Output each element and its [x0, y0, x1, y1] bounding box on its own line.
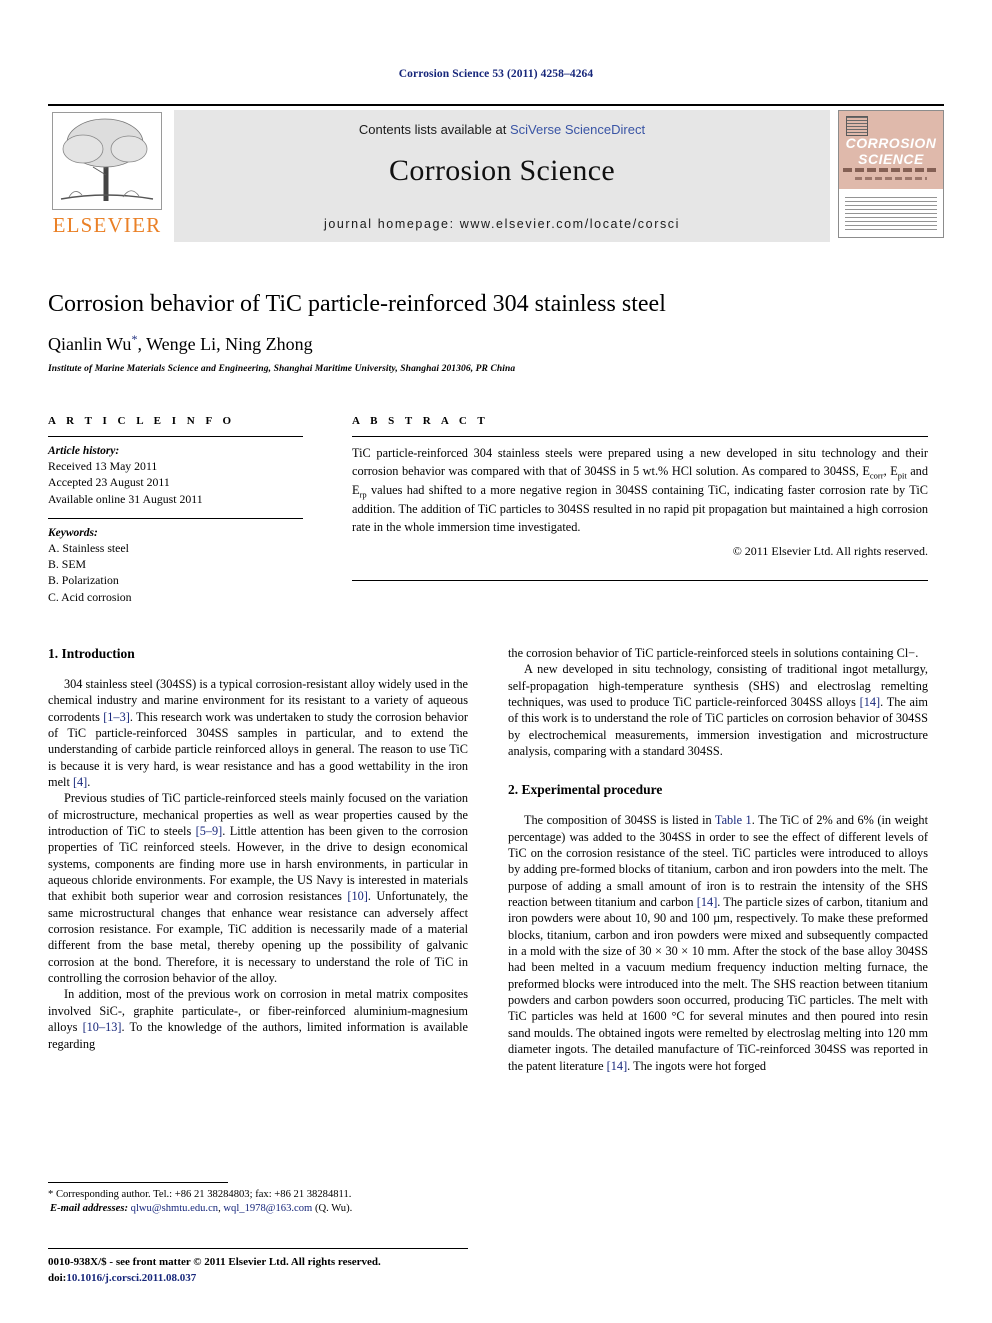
- email-link-2[interactable]: wql_1978@163.com: [223, 1203, 312, 1214]
- abstract-part-2: , E: [883, 463, 898, 478]
- article-info-rule: [48, 436, 303, 437]
- keyword-item: B. Polarization: [48, 573, 119, 588]
- author-primary: Qianlin Wu: [48, 334, 132, 354]
- journal-banner: Contents lists available at SciVerse Sci…: [174, 110, 830, 242]
- keywords-rule: [48, 517, 303, 519]
- article-info-heading: A R T I C L E I N F O: [48, 415, 236, 427]
- abstract-part-4: values had shifted to a more negative re…: [352, 482, 928, 534]
- abstract-sub-rp: rp: [359, 489, 367, 500]
- email-suffix: (Q. Wu).: [312, 1203, 353, 1215]
- abstract-block: A B S T R A C T TiC particle-reinforced …: [352, 415, 928, 559]
- doi-link[interactable]: 10.1016/j.corsci.2011.08.037: [66, 1272, 196, 1284]
- abstract-sub-corr: corr: [869, 470, 884, 481]
- cover-title-line1: CORROSION: [845, 135, 937, 151]
- contents-lists-line: Contents lists available at SciVerse Sci…: [174, 122, 830, 137]
- abstract-rule: [352, 436, 928, 437]
- journal-masthead: ELSEVIER Contents lists available at Sci…: [48, 104, 944, 242]
- corresponding-author-note: * Corresponding author. Tel.: +86 21 382…: [48, 1188, 468, 1202]
- doi-label: doi:: [48, 1271, 67, 1284]
- abstract-bottom-rule: [352, 580, 928, 581]
- journal-cover-thumbnail[interactable]: CORROSION SCIENCE: [838, 110, 944, 238]
- citation-ref[interactable]: [5–9]: [196, 824, 223, 838]
- paragraph: A new developed in situ technology, cons…: [508, 661, 928, 759]
- cover-contents-lines: [845, 197, 937, 231]
- cover-society-logo-icon: [846, 116, 868, 136]
- abstract-heading: A B S T R A C T: [352, 415, 489, 427]
- issn-rule: [48, 1248, 468, 1249]
- cover-subtitle-rule: [843, 168, 939, 172]
- article-history-accepted: Accepted 23 August 2011: [48, 475, 170, 490]
- section-heading-introduction: 1. Introduction: [48, 646, 135, 661]
- article-history-online: Available online 31 August 2011: [48, 491, 203, 506]
- table-ref[interactable]: Table 1: [715, 813, 752, 827]
- keyword-item: C. Acid corrosion: [48, 589, 132, 604]
- citation-ref[interactable]: [4]: [73, 775, 87, 789]
- article-info-block: A R T I C L E I N F O Article history: R…: [48, 415, 303, 605]
- elsevier-logo: ELSEVIER: [48, 110, 166, 238]
- paragraph-continued: the corrosion behavior of TiC particle-r…: [508, 645, 928, 661]
- paragraph: Previous studies of TiC particle-reinfor…: [48, 790, 468, 986]
- doi-line: doi:10.1016/j.corsci.2011.08.037: [48, 1271, 488, 1287]
- intro-p2-c: . Unfortunately, the same microstructura…: [48, 889, 469, 986]
- citation-ref[interactable]: [10–13]: [83, 1020, 122, 1034]
- keywords-label: Keywords:: [48, 526, 98, 539]
- issn-block: 0010-938X/$ - see front matter © 2011 El…: [48, 1255, 488, 1286]
- abstract-part-1: TiC particle-reinforced 304 stainless st…: [352, 446, 928, 478]
- email-link-1[interactable]: qlwu@shmtu.edu.cn: [131, 1203, 218, 1214]
- citation-ref[interactable]: [14]: [860, 695, 881, 709]
- section-heading-experimental: 2. Experimental procedure: [508, 782, 663, 798]
- keyword-item: B. SEM: [48, 557, 87, 572]
- journal-homepage-link[interactable]: journal homepage: www.elsevier.com/locat…: [174, 217, 830, 231]
- sciencedirect-link[interactable]: SciVerse ScienceDirect: [510, 122, 645, 137]
- elsevier-tree-svg: [60, 118, 154, 201]
- email-note: E-mail addresses: qlwu@shmtu.edu.cn, wql…: [48, 1202, 468, 1216]
- paragraph: The composition of 304SS is listed in Ta…: [508, 812, 928, 1074]
- paragraph: In addition, most of the previous work o…: [48, 986, 468, 1051]
- affiliation: Institute of Marine Materials Science an…: [48, 364, 516, 374]
- contents-lists-prefix: Contents lists available at: [358, 122, 510, 137]
- citation-ref[interactable]: [14]: [697, 895, 718, 909]
- citation-ref[interactable]: [10]: [347, 889, 368, 903]
- keyword-item: A. Stainless steel: [48, 540, 129, 555]
- intro-p1-c: .: [87, 775, 91, 790]
- author-rest: , Wenge Li, Ning Zhong: [137, 334, 313, 354]
- citation-ref[interactable]: [14]: [607, 1059, 628, 1073]
- article-history-received: Received 13 May 2011: [48, 459, 158, 473]
- article-history-label: Article history:: [48, 445, 120, 457]
- intro-p3-continued: the corrosion behavior of TiC particle-r…: [508, 646, 919, 660]
- body-column-left: 1. Introduction 304 stainless steel (304…: [48, 645, 468, 1052]
- exp-p1-d: . The ingots were hot forged: [627, 1058, 767, 1073]
- footnote-block: * Corresponding author. Tel.: +86 21 382…: [48, 1188, 468, 1217]
- citation-ref[interactable]: [1–3]: [103, 710, 130, 724]
- page-title: Corrosion behavior of TiC particle-reinf…: [48, 291, 666, 317]
- abstract-sub-pit: pit: [897, 470, 907, 481]
- exp-p1-c: . The particle sizes of carbon, titanium…: [508, 895, 928, 1073]
- issn-line: 0010-938X/$ - see front matter © 2011 El…: [48, 1256, 381, 1268]
- elsevier-wordmark: ELSEVIER: [52, 213, 162, 237]
- footnote-rule: [48, 1182, 228, 1183]
- cover-society-rule: [855, 177, 927, 180]
- running-head: Corrosion Science 53 (2011) 4258–4264: [398, 68, 594, 80]
- journal-title: Corrosion Science: [389, 154, 615, 187]
- abstract-copyright: © 2011 Elsevier Ltd. All rights reserved…: [732, 543, 928, 558]
- cover-title-line2: SCIENCE: [858, 151, 924, 167]
- corresponding-author-text: Corresponding author. Tel.: +86 21 38284…: [53, 1189, 352, 1200]
- paragraph: 304 stainless steel (304SS) is a typical…: [48, 676, 468, 790]
- exp-p1-a: The composition of 304SS is listed in: [524, 813, 715, 828]
- abstract-text: TiC particle-reinforced 304 stainless st…: [352, 445, 928, 537]
- body-column-right: the corrosion behavior of TiC particle-r…: [508, 645, 928, 1074]
- article-first-page: Corrosion Science 53 (2011) 4258–4264 EL…: [0, 0, 992, 1323]
- email-addresses-label: E-mail addresses:: [50, 1203, 128, 1215]
- elsevier-tree-icon: [52, 112, 162, 210]
- author-list: Qianlin Wu*, Wenge Li, Ning Zhong: [48, 332, 928, 355]
